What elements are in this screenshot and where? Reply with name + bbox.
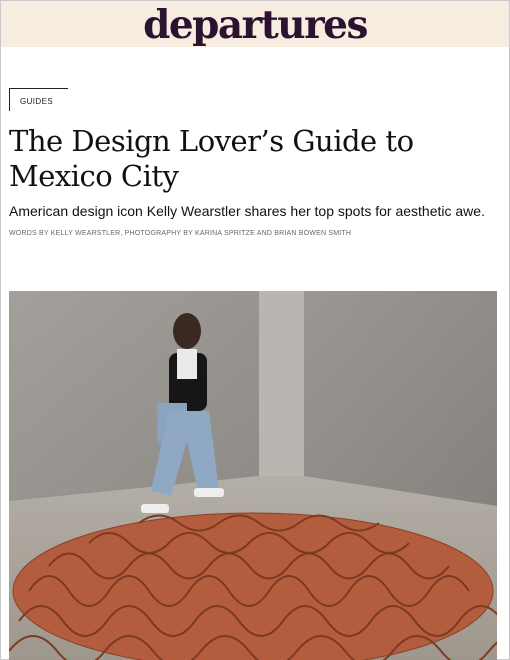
hero-photo [9, 291, 497, 660]
headline-line-1: The Design Lover’s Guide to [9, 124, 414, 158]
headline-line-2: Mexico City [9, 159, 179, 193]
hero-image [9, 291, 497, 660]
sculpture [12, 512, 494, 660]
site-logo[interactable]: departures [1, 5, 509, 45]
article-headline: The Design Lover’s Guide to Mexico City [9, 124, 499, 194]
article-credits: WORDS BY KELLY WEARSTLER, PHOTOGRAPHY BY… [9, 230, 352, 237]
masthead: departures [1, 1, 509, 47]
article-dek: American design icon Kelly Wearstler sha… [9, 203, 485, 219]
category-tag[interactable]: GUIDES [9, 88, 68, 111]
